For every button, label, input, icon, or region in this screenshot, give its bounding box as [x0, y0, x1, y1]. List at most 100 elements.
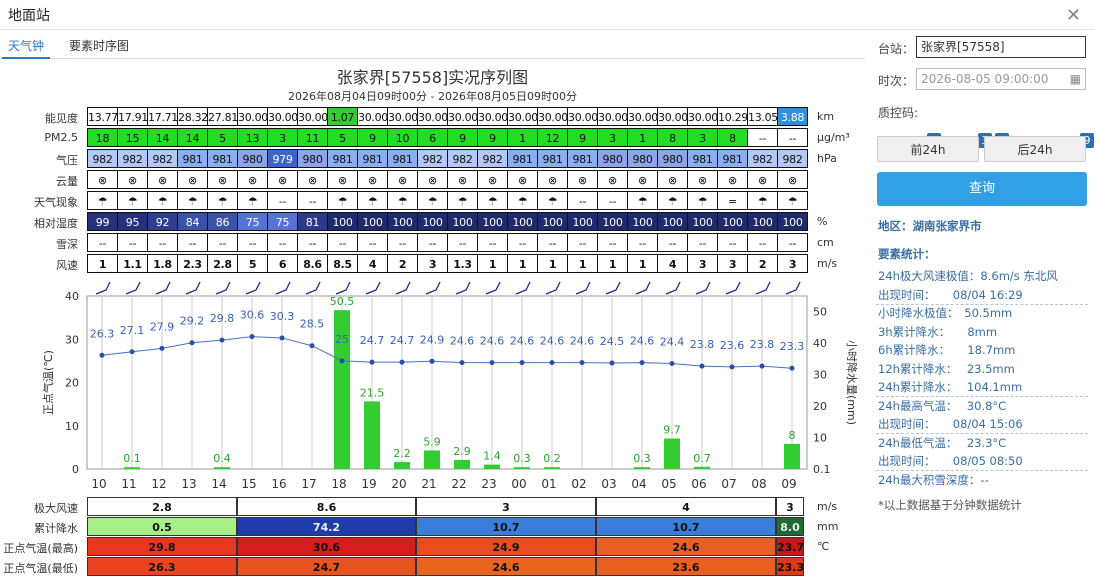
observation-table: 能见度 13.77 17.91 17.71 28.32 27.81 30.00 30.00 30…: [0, 105, 865, 275]
table-cell: 980: [237, 149, 268, 168]
wind-barb-icon: [275, 281, 291, 295]
precip-bar: [424, 450, 440, 469]
table-cell: 27.81: [207, 107, 238, 126]
temperature-point: [189, 340, 195, 346]
wind-barb-icon: [215, 281, 231, 295]
row-unit: hPa: [817, 152, 837, 165]
close-icon[interactable]: ✕: [1066, 5, 1081, 26]
table-cell: 100: [717, 212, 748, 231]
summary-unit: m/s: [817, 500, 838, 513]
table-cell: 1.1: [117, 254, 148, 273]
temperature-point: [579, 360, 585, 366]
table-cell: ☂: [507, 191, 538, 210]
row-label: 雪深: [56, 238, 78, 251]
table-cell: ⊗: [537, 170, 568, 189]
temperature-point: [429, 358, 435, 364]
table-cell: 5: [207, 128, 238, 147]
table-cell: ⊗: [87, 170, 118, 189]
x-tick-label: 22: [451, 477, 466, 491]
station-input[interactable]: 张家界[57558]: [916, 36, 1086, 58]
table-cell: 75: [237, 212, 268, 231]
table-cell: ⊗: [387, 170, 418, 189]
summary-row-label: 累计降水: [34, 522, 78, 535]
table-cell: 30.00: [657, 107, 688, 126]
precip-label: 0.3: [633, 452, 651, 465]
row-label: 气压: [56, 154, 78, 167]
summary-cell: 0.5: [87, 517, 237, 536]
table-cell: --: [597, 191, 628, 210]
summary-cell: 10.7: [416, 517, 596, 536]
precip-bar: [124, 467, 140, 469]
table-cell: 1: [537, 254, 568, 273]
x-tick-label: 18: [331, 477, 346, 491]
table-cell: ⊗: [207, 170, 238, 189]
summary-cell: 29.8: [87, 537, 237, 556]
window-title: 地面站: [8, 8, 50, 24]
temperature-point: [309, 343, 315, 349]
summary-cell: 10.7: [596, 517, 776, 536]
table-cell: 30.00: [627, 107, 658, 126]
wind-barb-icon: [605, 281, 621, 295]
tab-element-timeseries[interactable]: 要素时序图: [63, 33, 135, 59]
table-cell: 2: [387, 254, 418, 273]
table-cell: 100: [567, 212, 598, 231]
table-cell: ⊗: [327, 170, 358, 189]
table-cell: 3: [687, 128, 718, 147]
table-cell: ⊗: [717, 170, 748, 189]
stats-footnote: *以上数据基于分钟数据统计: [878, 498, 1022, 512]
table-cell: 100: [387, 212, 418, 231]
table-cell: ⊗: [267, 170, 298, 189]
table-cell: ☂: [747, 191, 778, 210]
stat-line: 出现时间： 08/05 08:50: [878, 454, 1023, 468]
wind-barb-icon: [755, 281, 771, 295]
temperature-point: [609, 360, 615, 366]
stats-title: 要素统计：: [878, 247, 936, 261]
temperature-point: [369, 359, 375, 365]
y2-tick-label: 20: [813, 400, 827, 413]
table-cell: --: [297, 191, 328, 210]
table-cell: 30.00: [387, 107, 418, 126]
table-cell: 982: [747, 149, 778, 168]
table-cell: --: [387, 233, 418, 252]
temperature-label: 28.5: [300, 318, 325, 331]
table-cell: 980: [297, 149, 328, 168]
tab-weather-clock[interactable]: 天气钟: [2, 33, 51, 59]
temperature-label: 23.8: [750, 338, 775, 351]
table-cell: 30.00: [237, 107, 268, 126]
table-cell: --: [777, 128, 808, 147]
precip-bar: [394, 462, 410, 469]
table-cell: 13.77: [87, 107, 118, 126]
table-cell: --: [327, 233, 358, 252]
temperature-label: 24.6: [480, 335, 505, 348]
table-cell: 981: [717, 149, 748, 168]
table-cell: ☂: [327, 191, 358, 210]
table-cell: 3: [687, 254, 718, 273]
table-cell: 1: [567, 254, 598, 273]
y-tick-label: 0: [72, 463, 79, 476]
precip-label: 8: [789, 429, 796, 442]
table-cell: 6: [267, 254, 298, 273]
query-button[interactable]: 查询: [877, 172, 1087, 206]
calendar-icon[interactable]: ▦: [1070, 69, 1081, 89]
region-text: 地区：湖南张家界市: [878, 219, 982, 233]
time-input[interactable]: 2026-08-05 09:00:00 ▦: [916, 68, 1086, 90]
stat-line: 出现时间： 08/04 16:29: [878, 287, 1023, 302]
chart-title: 张家界[57558]实况序列图: [336, 68, 529, 87]
y2-tick-label: 50: [813, 306, 827, 319]
table-cell: 1: [597, 254, 628, 273]
prev-24h-button[interactable]: 前24h: [877, 136, 979, 162]
stat-line: 3h累计降水： 8mm: [878, 324, 998, 339]
table-cell: 12: [537, 128, 568, 147]
table-cell: --: [267, 191, 298, 210]
table-cell: 84: [177, 212, 208, 231]
table-cell: ☂: [207, 191, 238, 210]
side-panel: 台站： 张家界[57558] 时次： 2026-08-05 09:00:00 ▦…: [868, 30, 1095, 587]
x-tick-label: 09: [781, 477, 796, 491]
y2-tick-label: 30: [813, 369, 827, 382]
summary-unit: mm: [817, 520, 839, 533]
table-cell: 17.71: [147, 107, 178, 126]
table-cell: ⊗: [147, 170, 178, 189]
table-cell: 30.00: [687, 107, 718, 126]
next-24h-button[interactable]: 后24h: [984, 136, 1086, 162]
stat-line: 6h累计降水： 18.7mm: [878, 343, 1016, 357]
